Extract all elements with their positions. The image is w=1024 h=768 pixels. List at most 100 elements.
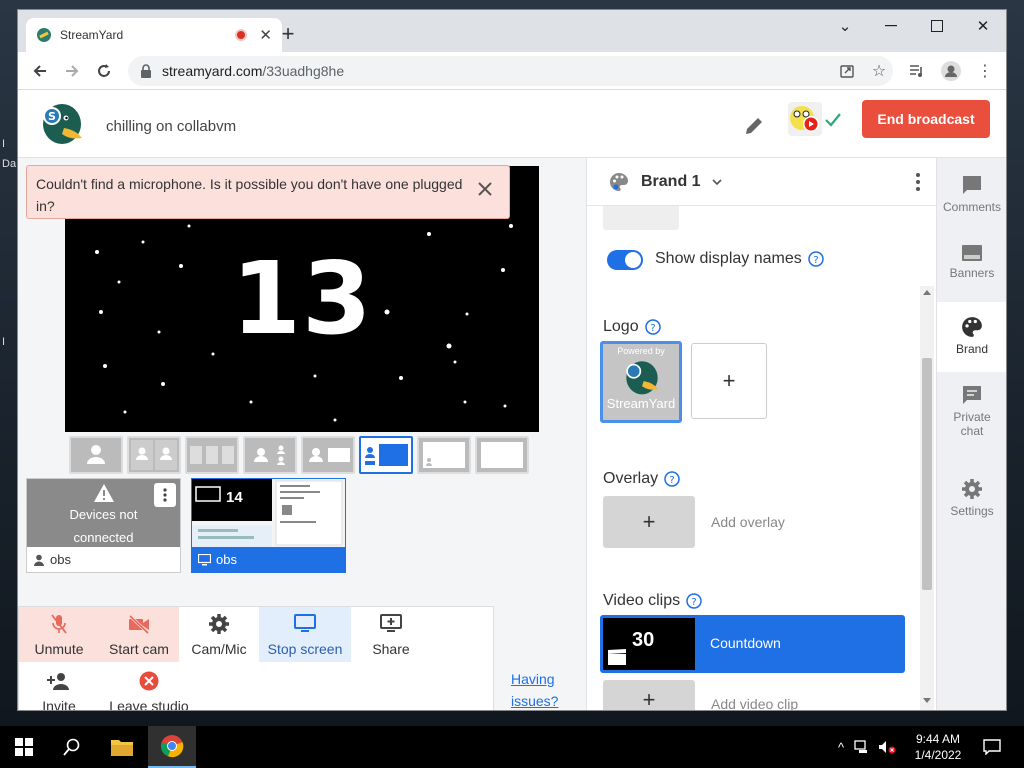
layout-screen-share[interactable]	[359, 436, 413, 474]
device-status: Devices not connected	[69, 507, 138, 545]
invite-button[interactable]: Invite	[19, 664, 99, 710]
scroll-down-arrow[interactable]	[923, 698, 931, 703]
leave-studio-button[interactable]: Leave studio	[99, 664, 199, 710]
video-clips-section: Video clips ?	[603, 592, 702, 610]
network-icon[interactable]	[854, 740, 870, 754]
minimize-button[interactable]	[868, 10, 914, 42]
forward-button[interactable]	[60, 59, 84, 83]
rail-brand[interactable]: Brand	[937, 302, 1006, 372]
svg-text:S: S	[48, 110, 56, 123]
help-icon[interactable]: ?	[644, 319, 661, 335]
add-person-icon	[47, 670, 71, 692]
bookmark-star-icon[interactable]: ☆	[868, 60, 890, 82]
brand-selector[interactable]: Brand 1	[587, 158, 936, 206]
video-clip-item[interactable]: 30 Countdown	[600, 615, 905, 673]
overlay-label: Overlay	[603, 470, 659, 487]
folder-icon	[111, 740, 133, 756]
show-display-names-toggle[interactable]	[607, 250, 643, 270]
profile-avatar-icon[interactable]	[940, 60, 962, 82]
add-logo-button[interactable]: +	[691, 343, 767, 419]
screen-share-tile[interactable]: 14 obs	[191, 478, 346, 573]
add-overlay-button[interactable]: +	[603, 496, 695, 548]
layout-fullscreen[interactable]	[475, 436, 529, 474]
palette-icon	[610, 172, 628, 191]
stage-area: 13 Couldn't find a microphone. Is it pos…	[18, 158, 586, 710]
rail-comments[interactable]: Comments	[937, 174, 1006, 224]
start-cam-button[interactable]: Start cam	[99, 607, 179, 662]
clapperboard-icon	[608, 649, 626, 665]
layout-picture-in-picture[interactable]	[417, 436, 471, 474]
add-overlay-label[interactable]: Add overlay	[711, 514, 785, 530]
recording-indicator-icon	[235, 29, 248, 41]
browser-menu-icon[interactable]: ⋮	[974, 60, 996, 82]
layout-group[interactable]	[185, 436, 239, 474]
search-button[interactable]	[48, 726, 96, 768]
start-cam-label: Start cam	[109, 640, 169, 657]
notification-icon	[983, 739, 1001, 755]
share-button[interactable]: Share	[351, 607, 431, 662]
tray-expand-icon[interactable]: ^	[838, 740, 844, 755]
clock-date: 1/4/2022	[914, 748, 962, 762]
tab-search-icon[interactable]: ⌄	[822, 10, 868, 42]
edit-pencil-icon[interactable]	[742, 114, 766, 138]
taskbar-clock[interactable]: 9:44 AM 1/4/2022	[898, 731, 978, 763]
chrome-taskbar-button[interactable]	[148, 726, 196, 768]
back-button[interactable]	[28, 59, 52, 83]
layout-solo[interactable]	[69, 436, 123, 474]
logo-section: Logo ?	[603, 318, 661, 336]
file-explorer-button[interactable]	[98, 726, 146, 768]
start-button[interactable]	[0, 726, 48, 768]
help-icon[interactable]: ?	[664, 471, 680, 487]
stream-title[interactable]: chilling on collabvm	[106, 118, 236, 135]
brand-panel-scrollbar[interactable]	[920, 286, 934, 710]
close-window-button[interactable]: ✕	[960, 10, 1006, 42]
cam-mic-label: Cam/Mic	[191, 640, 247, 657]
share-page-icon[interactable]	[836, 60, 858, 82]
add-video-clip-label[interactable]: Add video clip	[711, 696, 798, 710]
logo-thumbnail[interactable]: Powered by StreamYard	[600, 341, 682, 423]
rail-banners[interactable]: Banners	[937, 244, 1006, 294]
tab-close-icon[interactable]: ✕	[259, 26, 272, 44]
volume-muted-icon[interactable]	[878, 740, 896, 754]
layout-leader[interactable]	[243, 436, 297, 474]
unmute-button[interactable]: Unmute	[19, 607, 99, 662]
comment-icon	[963, 176, 981, 194]
scroll-up-arrow[interactable]	[923, 290, 931, 295]
monitor-icon	[293, 613, 317, 635]
help-icon[interactable]: ?	[686, 593, 702, 609]
layout-side-by-side[interactable]	[127, 436, 181, 474]
browser-tab[interactable]: StreamYard ✕	[26, 18, 282, 52]
media-control-icon[interactable]	[906, 60, 928, 82]
color-swatch[interactable]	[603, 206, 679, 230]
participant-name: obs	[50, 552, 71, 567]
end-broadcast-button[interactable]: End broadcast	[862, 100, 990, 138]
close-icon[interactable]	[477, 181, 493, 197]
microphone-alert: Couldn't find a microphone. Is it possib…	[26, 165, 510, 219]
scrollbar-thumb[interactable]	[922, 358, 932, 590]
video-clip-thumbnail-number: 30	[632, 629, 655, 651]
countdown-number: 13	[231, 240, 373, 357]
destination-avatar[interactable]	[788, 100, 848, 140]
participant-tile[interactable]: Devices not connected obs	[26, 478, 181, 573]
cam-mic-settings-button[interactable]: Cam/Mic	[179, 607, 259, 662]
having-issues-link[interactable]: Having issues?	[511, 668, 571, 710]
screen-preview: 14	[192, 479, 345, 547]
help-icon[interactable]: ?	[808, 251, 824, 267]
rail-settings[interactable]: Settings	[937, 478, 1006, 528]
add-video-clip-button[interactable]: +	[603, 680, 695, 710]
add-screen-icon	[379, 613, 403, 635]
notifications-button[interactable]	[972, 726, 1012, 768]
new-tab-button[interactable]: +	[276, 22, 300, 46]
logo-label: Logo	[603, 318, 639, 335]
reload-button[interactable]	[92, 59, 116, 83]
rail-private-chat[interactable]: Private chat	[937, 384, 1006, 446]
chevron-down-icon	[712, 178, 722, 185]
participant-options-button[interactable]	[154, 483, 176, 507]
brand-options-icon[interactable]	[915, 172, 921, 192]
address-bar[interactable]: streamyard.com/33uadhg8he	[128, 56, 893, 86]
layout-person-screen[interactable]	[301, 436, 355, 474]
stop-screen-button[interactable]: Stop screen	[259, 607, 351, 662]
gear-icon	[207, 613, 231, 635]
maximize-button[interactable]	[914, 10, 960, 42]
private-chat-icon	[963, 386, 981, 404]
